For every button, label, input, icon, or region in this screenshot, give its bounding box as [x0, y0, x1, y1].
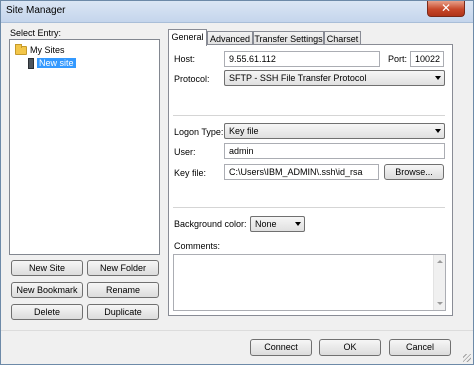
tab-general[interactable]: General	[168, 29, 207, 46]
folder-icon	[15, 44, 27, 56]
host-input[interactable]: 9.55.61.112	[224, 51, 380, 67]
site-icon	[28, 58, 34, 70]
close-icon: ✕	[440, 1, 452, 15]
divider	[173, 115, 445, 116]
footer-divider	[1, 330, 473, 331]
user-input[interactable]: admin	[224, 143, 445, 159]
protocol-label: Protocol:	[174, 74, 210, 84]
tree-item-my-sites[interactable]: My Sites	[15, 43, 65, 57]
divider	[173, 207, 445, 208]
site-tree[interactable]: My Sites New site	[9, 39, 160, 255]
tree-item-new-site[interactable]: New site	[28, 56, 76, 70]
logon-type-label: Logon Type:	[174, 127, 224, 137]
chevron-down-icon	[435, 76, 441, 80]
background-color-select[interactable]: None	[250, 216, 305, 232]
logon-type-selected-value: Key file	[229, 126, 259, 136]
port-input[interactable]: 10022	[410, 51, 444, 67]
key-file-input[interactable]: C:\Users\IBM_ADMIN\.ssh\id_rsa	[224, 164, 379, 180]
key-file-label: Key file:	[174, 168, 207, 178]
duplicate-button[interactable]: Duplicate	[87, 304, 159, 320]
protocol-selected-value: SFTP - SSH File Transfer Protocol	[229, 73, 367, 83]
browse-button[interactable]: Browse...	[384, 164, 444, 180]
select-entry-label: Select Entry:	[10, 28, 62, 38]
comments-scrollbar[interactable]	[433, 255, 445, 310]
scroll-up-icon[interactable]	[437, 260, 443, 263]
title-bar[interactable]: Site Manager ✕	[1, 1, 473, 23]
new-bookmark-button[interactable]: New Bookmark	[11, 282, 83, 298]
scroll-down-icon[interactable]	[437, 302, 443, 305]
resize-grip-icon[interactable]	[463, 354, 471, 362]
rename-button[interactable]: Rename	[87, 282, 159, 298]
port-label: Port:	[388, 54, 408, 64]
chevron-down-icon	[295, 222, 301, 226]
site-manager-window: Site Manager ✕ Select Entry: My Sites Ne…	[0, 0, 474, 365]
new-folder-button[interactable]: New Folder	[87, 260, 159, 276]
window-title: Site Manager	[6, 5, 66, 16]
comments-label: Comments:	[174, 241, 221, 251]
protocol-select[interactable]: SFTP - SSH File Transfer Protocol	[224, 70, 445, 86]
ok-button[interactable]: OK	[319, 339, 381, 356]
background-color-selected-value: None	[255, 219, 277, 229]
user-label: User:	[174, 147, 196, 157]
cancel-button[interactable]: Cancel	[389, 339, 451, 356]
tree-item-label: New site	[37, 58, 76, 68]
tree-item-label: My Sites	[30, 45, 65, 55]
host-label: Host:	[174, 54, 196, 64]
comments-textarea[interactable]	[173, 254, 446, 311]
chevron-down-icon	[435, 129, 441, 133]
close-button[interactable]: ✕	[427, 1, 465, 17]
delete-button[interactable]: Delete	[11, 304, 83, 320]
new-site-button[interactable]: New Site	[11, 260, 83, 276]
logon-type-select[interactable]: Key file	[224, 123, 445, 139]
background-color-label: Background color:	[174, 219, 247, 229]
connect-button[interactable]: Connect	[250, 339, 312, 356]
